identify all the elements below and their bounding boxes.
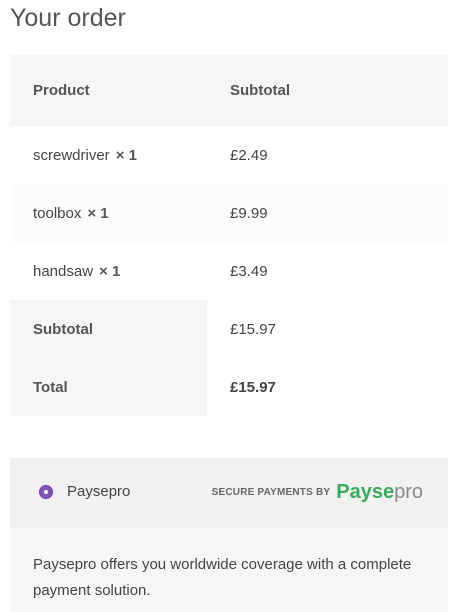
- page-title: Your order: [10, 4, 126, 32]
- cart-subtotal-row: Subtotal £15.97: [10, 300, 448, 358]
- cart-subtotal-label: Subtotal: [10, 300, 207, 358]
- secure-payments-text: SECURE PAYMENTS BY: [211, 486, 331, 498]
- table-row: handsaw × 1 £3.49: [10, 242, 448, 300]
- table-row: screwdriver × 1 £2.49: [10, 126, 448, 184]
- table-row: toolbox × 1 £9.99: [10, 184, 448, 242]
- paysepro-logo-text-b: pro: [394, 481, 423, 503]
- order-total-row: Total £15.97: [10, 358, 448, 416]
- paysepro-logo-text-a: Payse: [336, 481, 395, 503]
- column-header-subtotal: Subtotal: [207, 55, 448, 126]
- column-header-product: Product: [10, 55, 207, 126]
- product-cell: handsaw × 1: [10, 242, 207, 300]
- product-name: handsaw: [33, 262, 94, 280]
- order-review-table: Product Subtotal screwdriver × 1 £2.49 to…: [10, 55, 448, 416]
- product-quantity: × 1: [115, 146, 137, 164]
- product-name: toolbox: [33, 204, 82, 222]
- payment-method-radio[interactable]: [39, 485, 53, 499]
- secure-payments-logo: SECURE PAYMENTS BY Paysepro: [212, 480, 423, 504]
- order-total-value: £15.97: [207, 358, 448, 416]
- line-subtotal: £9.99: [207, 184, 448, 242]
- product-quantity: × 1: [87, 204, 109, 222]
- payment-methods: Paysepro SECURE PAYMENTS BY Paysepro Pay…: [10, 458, 448, 612]
- product-cell: screwdriver × 1: [10, 126, 207, 184]
- payment-method-description: Paysepro offers you worldwide coverage w…: [33, 556, 412, 599]
- payment-method-label[interactable]: Paysepro: [67, 482, 130, 502]
- order-total-label: Total: [10, 358, 207, 416]
- product-name: screwdriver: [33, 146, 110, 164]
- line-subtotal: £2.49: [207, 126, 448, 184]
- product-cell: toolbox × 1: [10, 184, 207, 242]
- line-subtotal: £3.49: [207, 242, 448, 300]
- cart-subtotal-value: £15.97: [207, 300, 448, 358]
- product-quantity: × 1: [99, 262, 121, 280]
- paysepro-logo: Paysepro: [336, 480, 423, 504]
- table-header-row: Product Subtotal: [10, 55, 448, 126]
- payment-method-paysepro[interactable]: Paysepro SECURE PAYMENTS BY Paysepro: [10, 458, 448, 529]
